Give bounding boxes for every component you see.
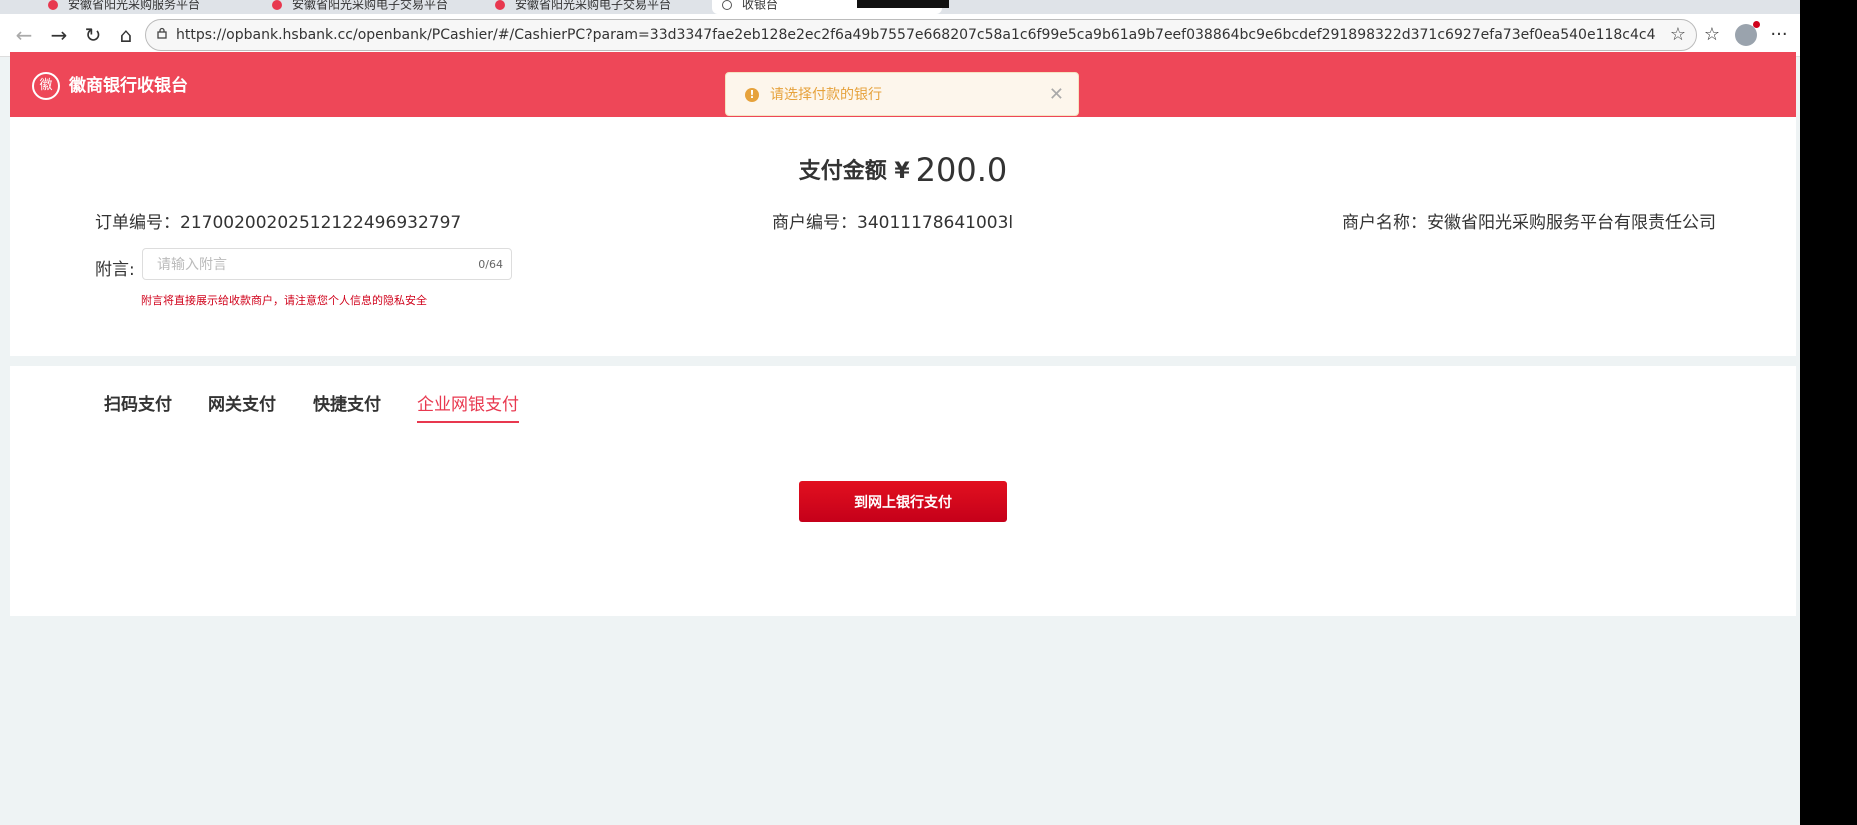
forward-icon[interactable]: → [44, 20, 74, 50]
browser-viewport: 安徽省阳光采购服务平台 × 安徽省阳光采购电子交易平台 × 安徽省阳光采购电子交… [0, 0, 1800, 825]
remark-char-count: 0/64 [478, 258, 503, 271]
site-favicon-icon [48, 0, 58, 10]
payment-panel: 扫码支付 网关支付 快捷支付 企业网银支付 到网上银行支付 [10, 366, 1796, 616]
order-panel: 支付金额 ¥200.0 订单编号：21700200202512122496932… [10, 117, 1796, 356]
remark-privacy-tip: 附言将直接展示给收款商户，请注意您个人信息的隐私安全 [141, 294, 427, 307]
close-icon[interactable]: ✕ [1049, 84, 1064, 105]
cashier-title: 徽商银行收银台 [69, 76, 188, 96]
bank-logo-icon: 徽 [32, 72, 60, 100]
reload-icon[interactable]: ↻ [78, 20, 108, 50]
site-info-icon[interactable] [156, 27, 168, 39]
browser-toolbar: ← → ↻ ⌂ https://opbank.hsbank.cc/openban… [0, 14, 1800, 57]
browser-tab[interactable]: 安徽省阳光采购电子交易平台 × [272, 0, 482, 14]
favorite-star-icon[interactable]: ☆ [1670, 24, 1686, 45]
browser-tab-label: 安徽省阳光采购服务平台 [68, 0, 201, 12]
order-number: 订单编号：21700200202512122496932797 [95, 213, 462, 233]
globe-icon [722, 0, 732, 10]
address-bar[interactable]: https://opbank.hsbank.cc/openbank/PCashi… [145, 19, 1697, 51]
browser-tab-strip: 安徽省阳光采购服务平台 × 安徽省阳光采购电子交易平台 × 安徽省阳光采购电子交… [0, 0, 1800, 14]
merchant-number: 商户编号：34011178641003l [772, 213, 1014, 233]
site-favicon-icon [272, 0, 282, 10]
browser-tab[interactable]: 安徽省阳光采购电子交易平台 × [495, 0, 705, 14]
warning-icon: ! [745, 88, 759, 102]
remark-input-wrapper: 0/64 [142, 248, 512, 280]
screen-border [1800, 0, 1857, 825]
tab-gateway-pay[interactable]: 网关支付 [208, 390, 276, 421]
back-icon[interactable]: ← [9, 20, 39, 50]
amount-label: 支付金额 ¥ [798, 159, 910, 184]
remark-input[interactable] [155, 252, 459, 278]
browser-tab-label: 安徽省阳光采购电子交易平台 [292, 0, 449, 12]
tab-corporate-banking[interactable]: 企业网银支付 [417, 390, 519, 423]
warning-toast: ! 请选择付款的银行 ✕ [725, 72, 1079, 116]
address-url[interactable]: https://opbank.hsbank.cc/openbank/PCashi… [176, 20, 1656, 50]
tab-scan-pay[interactable]: 扫码支付 [104, 390, 172, 421]
remark-label: 附言: [95, 260, 135, 280]
browser-tab-label: 安徽省阳光采购电子交易平台 [515, 0, 672, 12]
occluded-region [857, 0, 949, 8]
profile-avatar[interactable] [1735, 21, 1760, 46]
tab-quick-pay[interactable]: 快捷支付 [313, 390, 381, 421]
toast-message: 请选择付款的银行 [770, 87, 882, 103]
browser-tab[interactable]: 安徽省阳光采购服务平台 × [48, 0, 258, 14]
payment-amount: 支付金额 ¥200.0 [10, 151, 1796, 189]
favorites-icon[interactable]: ☆ [1699, 22, 1725, 48]
home-icon[interactable]: ⌂ [111, 20, 141, 50]
online-banking-pay-button[interactable]: 到网上银行支付 [799, 481, 1007, 522]
amount-value: 200.0 [915, 151, 1008, 189]
site-favicon-icon [495, 0, 505, 10]
merchant-name: 商户名称：安徽省阳光采购服务平台有限责任公司 [1342, 213, 1716, 233]
browser-tab-label: 收银台 [742, 0, 779, 12]
settings-menu-icon[interactable]: ··· [1766, 22, 1792, 48]
